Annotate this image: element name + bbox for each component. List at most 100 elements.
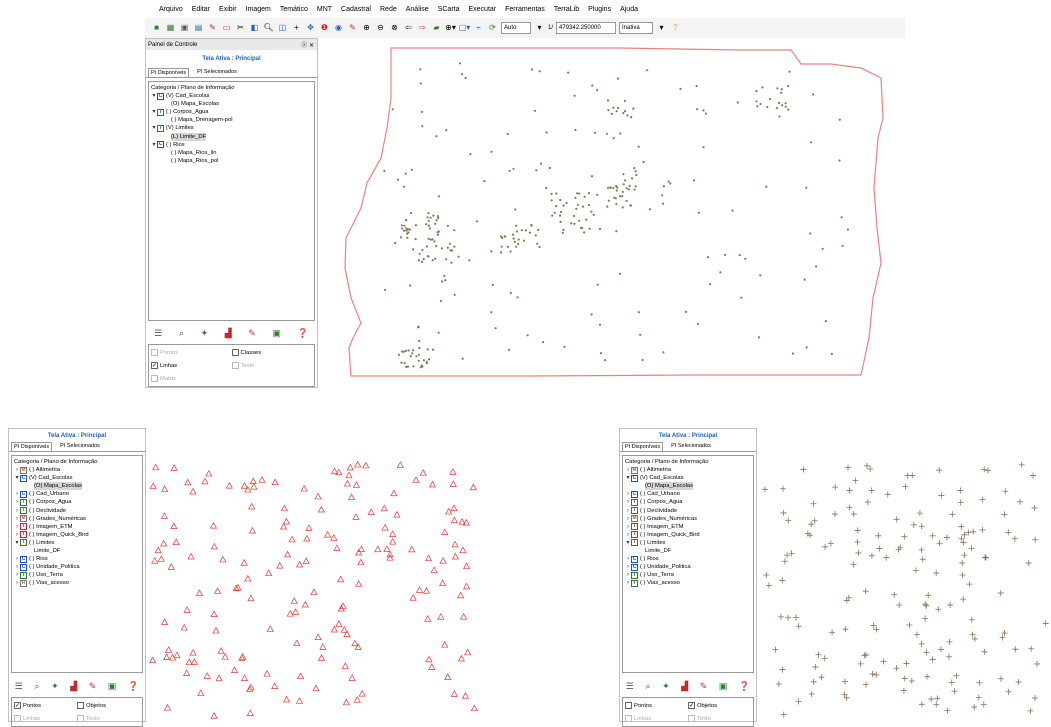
- menu-item-14[interactable]: Ajuda: [620, 6, 638, 13]
- tree-item[interactable]: ▾ C (V) Cad_Escolas: [151, 92, 312, 100]
- tree-item[interactable]: › T( ) Uso_Terra: [14, 571, 140, 579]
- help-icon[interactable]: ❓: [739, 681, 750, 692]
- tree-item[interactable]: › M( ) Grades_Numéricas: [625, 515, 751, 523]
- checkbox-classes[interactable]: Classes: [231, 349, 313, 356]
- menu-item-11[interactable]: Ferramentas: [505, 6, 545, 13]
- graph-icon[interactable]: ⌁: [473, 23, 484, 34]
- tree-item[interactable]: ▾ C (V) Cad_Escolas: [14, 474, 140, 482]
- tab-pi-selecionados[interactable]: PI Selecionados: [58, 442, 102, 451]
- frame-icon[interactable]: ▢▾: [459, 23, 471, 34]
- info-icon[interactable]: ❶: [319, 23, 330, 34]
- pan-icon[interactable]: ✥: [305, 23, 316, 34]
- scale-mode-select[interactable]: Auto: [501, 22, 531, 34]
- menu-item-3[interactable]: Imagem: [246, 6, 271, 13]
- new-icon[interactable]: ■: [151, 23, 162, 34]
- tree-item[interactable]: › T( ) Uso_Terra: [625, 571, 751, 579]
- menu-item-5[interactable]: MNT: [317, 6, 332, 13]
- tree-item[interactable]: ▾ T (V) Limites: [151, 124, 312, 133]
- tree-item[interactable]: › R( ) Vias_acesso: [14, 579, 140, 587]
- tree-item[interactable]: › T( ) Corpos_Agua: [625, 498, 751, 507]
- tab-pi-selecionados[interactable]: PI Selecionados: [669, 442, 713, 451]
- help-icon[interactable]: ❓: [297, 328, 308, 339]
- grid-icon[interactable]: ▣: [719, 681, 728, 692]
- pencil-icon[interactable]: ✎: [89, 681, 97, 692]
- tree-item[interactable]: › C( ) Unidade_Politica: [625, 563, 751, 571]
- menu-item-2[interactable]: Exibir: [219, 6, 237, 13]
- grid-icon[interactable]: ▣: [272, 328, 281, 339]
- menu-item-7[interactable]: Rede: [380, 6, 397, 13]
- tree-item[interactable]: ▾ T( ) Limites: [14, 539, 140, 547]
- chevron-down-icon[interactable]: ▾: [534, 23, 545, 34]
- map-canvas[interactable]: [321, 38, 905, 388]
- tree-item[interactable]: › T( ) Declividade: [625, 507, 751, 515]
- tree-item[interactable]: › I( ) Imagem_ETM: [625, 523, 751, 531]
- layer-icon[interactable]: ▤: [193, 23, 204, 34]
- zoom-out-icon[interactable]: ⊖: [375, 23, 386, 34]
- grid-icon[interactable]: ▣: [108, 681, 117, 692]
- tree-item[interactable]: › I( ) Imagem_Quick_Bird: [14, 531, 140, 539]
- legend-icon[interactable]: ✦: [51, 681, 59, 692]
- tree-item[interactable]: ▾ C( ) Rios: [151, 141, 312, 149]
- tree-item[interactable]: › C( ) Rios: [14, 555, 140, 563]
- tree-item[interactable]: › T( ) Declividade: [14, 507, 140, 515]
- tree-item[interactable]: (O) Mapa_Escolas: [151, 100, 312, 108]
- theme-icon[interactable]: ▣: [179, 23, 190, 34]
- zoom-in-icon[interactable]: ⊕: [361, 23, 372, 34]
- help-icon[interactable]: ❓: [128, 681, 139, 692]
- menu-item-9[interactable]: SCarta: [438, 6, 460, 13]
- zoom-all-icon[interactable]: ⊗: [389, 23, 400, 34]
- checkbox-pontos[interactable]: Pontos: [625, 702, 688, 709]
- pencil-icon[interactable]: ✎: [207, 23, 218, 34]
- pencil-icon[interactable]: ✎: [248, 328, 256, 339]
- tree-item[interactable]: (O) Mapa_Escolas: [625, 482, 751, 491]
- zoom-dropdown-icon[interactable]: ⊕▾: [445, 23, 456, 34]
- zoom-box-icon[interactable]: ◫: [277, 23, 288, 34]
- legend-icon[interactable]: ✦: [201, 328, 209, 339]
- scale-input[interactable]: 479342.250000: [556, 22, 617, 34]
- tree-item[interactable]: ▾ T( ) Limites: [625, 539, 751, 547]
- tree-item[interactable]: › C( ) Rios: [625, 555, 751, 563]
- pencil-icon[interactable]: ✎: [700, 681, 708, 692]
- zoom-icon[interactable]: ⌕: [645, 681, 650, 692]
- menu-item-4[interactable]: Temático: [280, 6, 308, 13]
- status-select[interactable]: Inativa: [619, 22, 654, 34]
- menu-item-10[interactable]: Executar: [469, 6, 497, 13]
- chart-icon[interactable]: ▟: [225, 328, 232, 339]
- measure-icon[interactable]: ◉: [333, 23, 344, 34]
- tree-item[interactable]: › C( ) Cad_Urbano: [625, 490, 751, 498]
- tab-pi-disponiveis[interactable]: PI Disponíveis: [11, 442, 53, 451]
- list-icon[interactable]: ☰: [15, 681, 23, 692]
- tab-pi-selecionados[interactable]: PI Selecionados: [195, 68, 239, 77]
- tree-item[interactable]: › I( ) Imagem_Quick_Bird: [625, 531, 751, 539]
- refresh-icon[interactable]: ⟳: [487, 23, 498, 34]
- cut-icon[interactable]: ✂: [235, 23, 246, 34]
- view-icon[interactable]: ◧: [249, 23, 260, 34]
- chart-icon[interactable]: ▟: [681, 681, 688, 692]
- zoom-icon[interactable]: 🔍︎: [263, 23, 274, 34]
- tree-item[interactable]: › M( ) Altimetria: [14, 466, 140, 474]
- tree-item[interactable]: ( ) Mapa_Rios_pol: [151, 157, 312, 165]
- tree-item[interactable]: ▾ C (V) Cad_Escolas: [625, 474, 751, 482]
- chevron-down-icon[interactable]: ▾: [656, 23, 667, 34]
- menu-item-12[interactable]: TerraLib: [554, 6, 579, 13]
- tree-item[interactable]: Limite_DF: [625, 547, 751, 555]
- tree-item[interactable]: ( ) Mapa_Drenagem-pol: [151, 116, 312, 124]
- menu-item-6[interactable]: Cadastral: [341, 6, 371, 13]
- right-map-canvas[interactable]: [757, 448, 1051, 722]
- tree-item[interactable]: ( ) Mapa_Rios_lin: [151, 149, 312, 157]
- tree-item[interactable]: › C( ) Unidade_Politica: [14, 563, 140, 571]
- edit-icon[interactable]: ✎: [347, 23, 358, 34]
- tree-item[interactable]: › M( ) Altimetria: [625, 466, 751, 474]
- window-icon[interactable]: ▭: [221, 23, 232, 34]
- list-icon[interactable]: ☰: [626, 681, 634, 692]
- tree-item[interactable]: › M( ) Grades_Numéricas: [14, 515, 140, 523]
- back-icon[interactable]: ⇦: [403, 23, 414, 34]
- zoom-icon[interactable]: ⌕: [34, 681, 39, 692]
- zoom-icon[interactable]: ⌕: [179, 328, 184, 339]
- tree-item[interactable]: › I( ) Imagem_ETM: [14, 523, 140, 531]
- help-icon[interactable]: ?: [670, 23, 681, 34]
- tree-item[interactable]: (L) Limite_DF: [151, 132, 312, 141]
- tree-item[interactable]: (O) Mapa_Escolas: [14, 482, 140, 491]
- menu-item-1[interactable]: Editar: [192, 6, 210, 13]
- tab-pi-disponiveis[interactable]: PI Disponíveis: [148, 68, 190, 77]
